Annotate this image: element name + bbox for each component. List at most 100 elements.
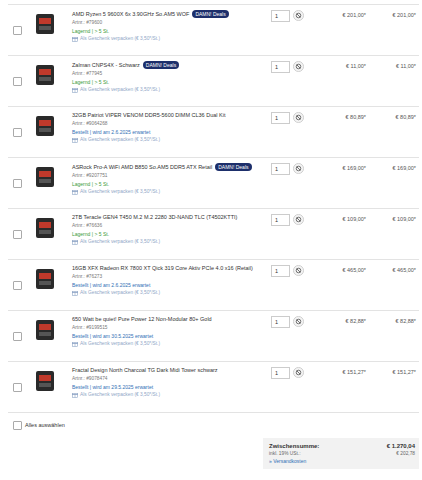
subtotal: Zwischensumme:€ 1.270,04: [269, 443, 415, 449]
product-info: 16GB XFX Radeon RX 7800 XT Qick 319 Core…: [70, 265, 271, 310]
row-checkbox[interactable]: [13, 230, 22, 239]
quantity-field[interactable]: 1: [271, 367, 290, 379]
update-icon[interactable]: [293, 316, 304, 327]
article-number: Artnr.: #9078474: [72, 376, 271, 382]
quantity-field[interactable]: 1: [271, 112, 290, 124]
article-number: Artnr.: #79600: [72, 20, 271, 26]
unit-price: € 80,89*: [321, 112, 369, 157]
product-image: [30, 165, 60, 189]
article-number: Artnr.: #77945: [72, 71, 271, 77]
row-checkbox[interactable]: [13, 383, 22, 392]
stock-status: Lagernd | > 5 St.: [72, 181, 271, 187]
product-image: [30, 114, 60, 138]
stock-status: Bestellt | wird am 30.5.2025 erwartet: [72, 333, 271, 339]
product-title[interactable]: 16GB XFX Radeon RX 7800 XT Qick 319 Core…: [72, 265, 271, 272]
cart-row: ASRock Pro-A WiFi AMD B850 So.AM5 DDR5 A…: [8, 158, 419, 209]
product-title[interactable]: 650 Watt be quiet! Pure Power 12 Non-Mod…: [72, 316, 271, 323]
product-info: 32GB Patriot VIPER VENOM DDR5-5600 DIMM …: [70, 112, 271, 157]
gift-wrap-link[interactable]: Als Geschenk verpacken (€ 3,50*/St.): [72, 290, 271, 296]
cart-row: 2TB Teracle GEN4 T450 M.2 M.2 2280 3D-NA…: [8, 209, 419, 260]
tax: inkl. 19% USt.:€ 202,78: [269, 451, 415, 456]
quantity-control: 1: [271, 10, 321, 55]
gift-icon: [72, 239, 78, 245]
total-price: € 151,27*: [369, 367, 419, 412]
row-checkbox[interactable]: [13, 26, 22, 35]
quantity-field[interactable]: 1: [271, 316, 290, 328]
select-all[interactable]: Alles auswählen: [8, 413, 419, 432]
shipping-link[interactable]: » Versandkosten: [269, 458, 415, 464]
cart-row: AMD Ryzen 5 9600X 6x 3.90GHz So.AM5 WOFD…: [8, 5, 419, 56]
update-icon[interactable]: [293, 10, 304, 21]
quantity-field[interactable]: 1: [271, 10, 290, 22]
cart-summary: Zwischensumme:€ 1.270,04 inkl. 19% USt.:€…: [263, 438, 419, 469]
gift-icon: [72, 189, 78, 195]
quantity-field[interactable]: 1: [271, 214, 290, 226]
update-icon[interactable]: [293, 214, 304, 225]
product-title[interactable]: 2TB Teracle GEN4 T450 M.2 M.2 2280 3D-NA…: [72, 214, 271, 221]
product-image: [30, 267, 60, 291]
gift-wrap-link[interactable]: Als Geschenk verpacken (€ 3,50*/St.): [72, 239, 271, 245]
article-number: Artnr.: #9064268: [72, 121, 271, 127]
product-info: AMD Ryzen 5 9600X 6x 3.90GHz So.AM5 WOFD…: [70, 10, 271, 55]
row-checkbox[interactable]: [13, 281, 22, 290]
cart-page: AMD Ryzen 5 9600X 6x 3.90GHz So.AM5 WOFD…: [0, 0, 422, 469]
product-info: 2TB Teracle GEN4 T450 M.2 M.2 2280 3D-NA…: [70, 214, 271, 259]
quantity-control: 1: [271, 61, 321, 106]
unit-price: € 201,00*: [321, 10, 369, 55]
product-info: Fractal Design North Charcoal TG Dark Mi…: [70, 367, 271, 412]
deal-badge: DAMN! Deals: [215, 163, 251, 171]
gift-wrap-link[interactable]: Als Geschenk verpacken (€ 3,50*/St.): [72, 189, 271, 195]
stock-status: Bestellt | wird am 2.6.2025 erwartet: [72, 129, 271, 135]
cart-row: 32GB Patriot VIPER VENOM DDR5-5600 DIMM …: [8, 107, 419, 158]
gift-wrap-link[interactable]: Als Geschenk verpacken (€ 3,50*/St.): [72, 137, 271, 143]
product-title[interactable]: 32GB Patriot VIPER VENOM DDR5-5600 DIMM …: [72, 112, 271, 119]
gift-icon: [72, 36, 78, 42]
product-image: [30, 369, 60, 393]
row-checkbox[interactable]: [13, 128, 22, 137]
unit-price: € 169,00*: [321, 163, 369, 208]
unit-price: € 109,00*: [321, 214, 369, 259]
cart-row: 650 Watt be quiet! Pure Power 12 Non-Mod…: [8, 311, 419, 362]
stock-status: Bestellt | wird am 29.5.2025 erwartet: [72, 384, 271, 390]
product-title[interactable]: Fractal Design North Charcoal TG Dark Mi…: [72, 367, 271, 374]
quantity-control: 1: [271, 112, 321, 157]
quantity-control: 1: [271, 367, 321, 412]
update-icon[interactable]: [293, 367, 304, 378]
article-number: Artnr.: #9207751: [72, 173, 271, 179]
row-checkbox[interactable]: [13, 332, 22, 341]
product-image: [30, 318, 60, 342]
gift-wrap-link[interactable]: Als Geschenk verpacken (€ 3,50*/St.): [72, 341, 271, 347]
gift-icon: [72, 87, 78, 93]
quantity-field[interactable]: 1: [271, 265, 290, 277]
product-info: ASRock Pro-A WiFi AMD B850 So.AM5 DDR5 A…: [70, 163, 271, 208]
update-icon[interactable]: [293, 61, 304, 72]
article-number: Artnr.: #76636: [72, 223, 271, 229]
product-title[interactable]: Zalman CNPS4X - SchwarzDAMN! Deals: [72, 61, 271, 69]
quantity-field[interactable]: 1: [271, 163, 290, 175]
unit-price: € 151,27*: [321, 367, 369, 412]
quantity-field[interactable]: 1: [271, 61, 290, 73]
gift-wrap-link[interactable]: Als Geschenk verpacken (€ 3,50*/St.): [72, 87, 271, 93]
gift-icon: [72, 392, 78, 398]
update-icon[interactable]: [293, 163, 304, 174]
row-checkbox[interactable]: [13, 77, 22, 86]
product-title[interactable]: AMD Ryzen 5 9600X 6x 3.90GHz So.AM5 WOFD…: [72, 10, 271, 18]
cart-row: 16GB XFX Radeon RX 7800 XT Qick 319 Core…: [8, 260, 419, 311]
product-info: 650 Watt be quiet! Pure Power 12 Non-Mod…: [70, 316, 271, 361]
gift-wrap-link[interactable]: Als Geschenk verpacken (€ 3,50*/St.): [72, 36, 271, 42]
gift-wrap-link[interactable]: Als Geschenk verpacken (€ 3,50*/St.): [72, 392, 271, 398]
gift-icon: [72, 290, 78, 296]
stock-status: Bestellt | wird am 2.6.2025 erwartet: [72, 282, 271, 288]
total-price: € 82,88*: [369, 316, 419, 361]
cart-row: Zalman CNPS4X - SchwarzDAMN! Deals Artnr.…: [8, 56, 419, 107]
deal-badge: DAMN! Deals: [143, 61, 179, 69]
unit-price: € 465,00*: [321, 265, 369, 310]
update-icon[interactable]: [293, 112, 304, 123]
update-icon[interactable]: [293, 265, 304, 276]
quantity-control: 1: [271, 316, 321, 361]
product-title[interactable]: ASRock Pro-A WiFi AMD B850 So.AM5 DDR5 A…: [72, 163, 271, 171]
row-checkbox[interactable]: [13, 179, 22, 188]
cart-list: AMD Ryzen 5 9600X 6x 3.90GHz So.AM5 WOFD…: [8, 4, 419, 413]
select-all-checkbox[interactable]: [13, 421, 22, 430]
stock-status: Lagernd | > 5 St.: [72, 28, 271, 34]
